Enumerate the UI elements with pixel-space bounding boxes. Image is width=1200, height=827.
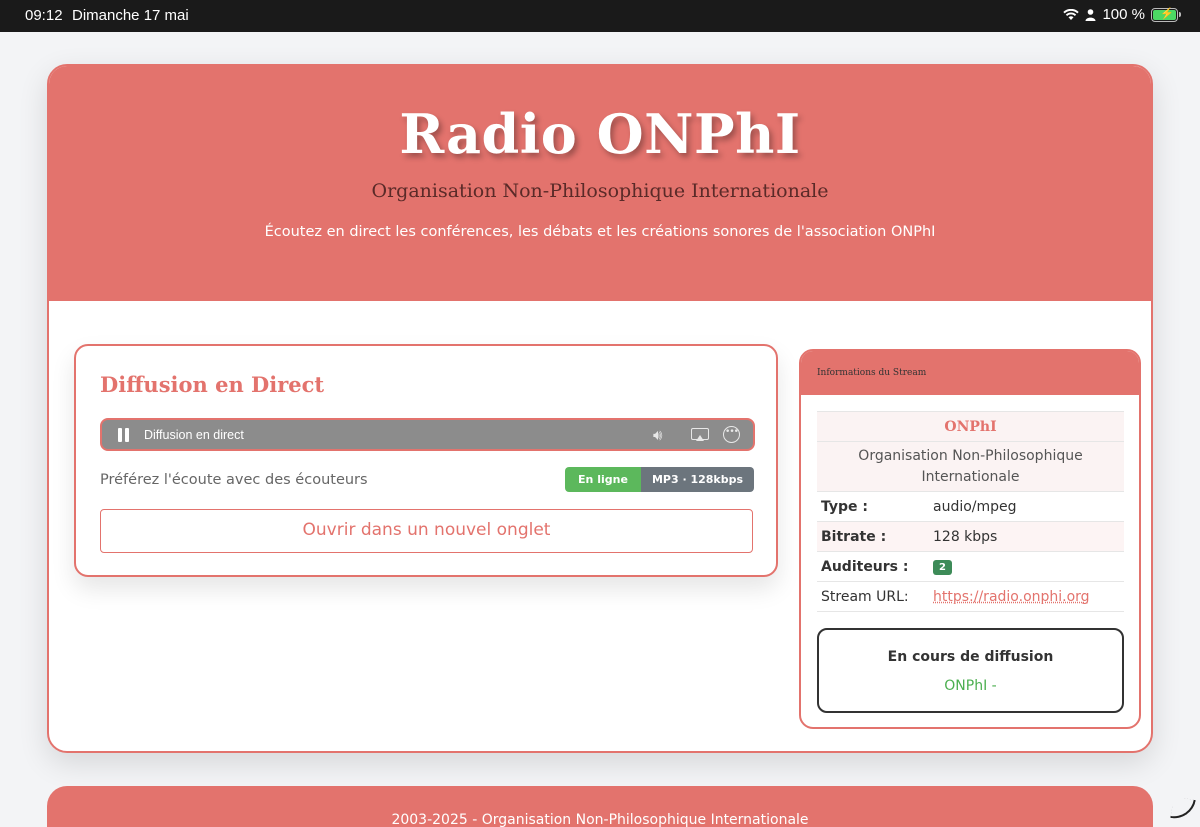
footer-text: 2003-2025 - Organisation Non-Philosophiq… <box>47 812 1153 827</box>
volume-icon[interactable]: 🔊︎ <box>653 426 662 444</box>
wifi-icon <box>1063 9 1079 21</box>
bitrate-value: 128 kbps <box>929 522 1124 552</box>
listeners-label: Auditeurs : <box>817 552 929 582</box>
stream-info-card: Informations du Stream ONPhI Organisatio… <box>799 349 1141 729</box>
hero-banner: Radio ONPhI Organisation Non-Philosophiq… <box>49 66 1151 301</box>
table-row: Type : audio/mpeg <box>817 492 1124 522</box>
listeners-badge: 2 <box>933 560 952 575</box>
battery-icon: ⚡ <box>1151 8 1178 22</box>
player-heading: Diffusion en Direct <box>100 372 324 397</box>
more-options-icon[interactable]: ••• <box>723 426 740 443</box>
org-line-2: Internationale <box>922 469 1020 485</box>
format-badge: MP3 · 128kbps <box>641 467 754 492</box>
main-card: Radio ONPhI Organisation Non-Philosophiq… <box>47 64 1153 753</box>
footer: 2003-2025 - Organisation Non-Philosophiq… <box>47 786 1153 827</box>
open-new-tab-button[interactable]: Ouvrir dans un nouvel onglet <box>100 509 753 553</box>
table-row: Bitrate : 128 kbps <box>817 522 1124 552</box>
org-line-1: Organisation Non-Philosophique <box>858 448 1082 464</box>
headphones-tip: Préférez l'écoute avec des écouteurs <box>100 472 368 488</box>
stream-info-header: Informations du Stream <box>801 351 1139 395</box>
page-tagline: Écoutez en direct les conférences, les d… <box>49 224 1151 240</box>
pause-icon[interactable] <box>118 428 130 442</box>
stream-organisation: Organisation Non-Philosophique Internati… <box>817 442 1124 492</box>
stream-url-link[interactable]: https://radio.onphi.org <box>933 589 1090 605</box>
stream-name: ONPhI <box>817 412 1124 442</box>
url-cell: https://radio.onphi.org <box>929 582 1124 612</box>
now-playing-label: En cours de diffusion <box>819 649 1122 665</box>
stream-info-heading: Informations du Stream <box>817 368 926 378</box>
bitrate-label: Bitrate : <box>817 522 929 552</box>
status-right: 100 % ⚡ <box>1063 6 1178 23</box>
status-date: Dimanche 17 mai <box>72 7 189 24</box>
table-row: ONPhI <box>817 412 1124 442</box>
table-row: Organisation Non-Philosophique Internati… <box>817 442 1124 492</box>
page-title: Radio ONPhI <box>49 102 1151 166</box>
listeners-cell: 2 <box>929 552 1124 582</box>
audio-title: Diffusion en direct <box>144 428 244 442</box>
live-player-card: Diffusion en Direct Diffusion en direct … <box>74 344 778 577</box>
now-playing-track: ONPhI - <box>819 678 1122 694</box>
status-bar: 09:12 Dimanche 17 mai 100 % ⚡ <box>0 0 1200 32</box>
now-playing-box: En cours de diffusion ONPhI - <box>817 628 1124 713</box>
table-row: Stream URL: https://radio.onphi.org <box>817 582 1124 612</box>
page-subtitle: Organisation Non-Philosophique Internati… <box>49 180 1151 202</box>
person-icon <box>1085 9 1096 21</box>
audio-player[interactable]: Diffusion en direct 🔊︎ ••• <box>100 418 755 451</box>
airplay-icon[interactable] <box>691 428 709 440</box>
stream-info-table: ONPhI Organisation Non-Philosophique Int… <box>817 411 1124 612</box>
type-label: Type : <box>817 492 929 522</box>
battery-percent: 100 % <box>1102 6 1145 23</box>
status-time: 09:12 <box>25 7 63 24</box>
status-badge: En ligne <box>565 467 641 492</box>
resize-handle-icon[interactable] <box>1170 796 1195 821</box>
table-row: Auditeurs : 2 <box>817 552 1124 582</box>
type-value: audio/mpeg <box>929 492 1124 522</box>
url-label: Stream URL: <box>817 582 929 612</box>
